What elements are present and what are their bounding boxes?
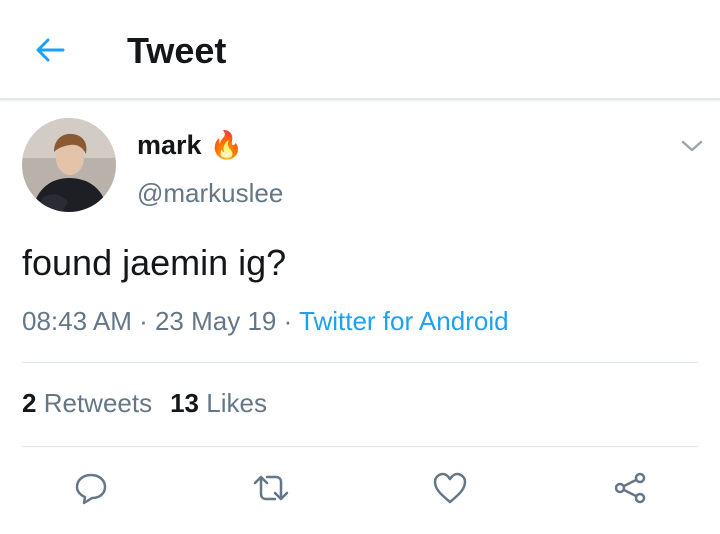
tweet-date: 23 May 19 (154, 306, 277, 336)
avatar[interactable] (22, 118, 116, 212)
retweets-count: 2 (22, 388, 37, 418)
tweet-source-link[interactable]: Twitter for Android (299, 306, 509, 336)
like-icon (433, 472, 467, 504)
likes-stat[interactable]: 13 Likes (170, 388, 267, 418)
reply-icon (75, 473, 107, 505)
top-bar: Tweet (0, 0, 720, 100)
back-button[interactable] (30, 32, 70, 68)
profile-photo (22, 118, 116, 212)
like-button[interactable] (428, 466, 472, 510)
retweets-stat[interactable]: 2 Retweets (22, 388, 152, 418)
display-name-text: mark (137, 129, 202, 160)
tweet-stats: 2 Retweets 13 Likes (22, 388, 267, 419)
arrow-left-icon (36, 38, 65, 62)
user-handle[interactable]: @markuslee (137, 178, 283, 209)
share-icon (614, 472, 646, 504)
share-button[interactable] (608, 466, 652, 510)
tweet-options-button[interactable] (676, 132, 708, 160)
likes-label: Likes (206, 388, 267, 418)
reply-button[interactable] (69, 466, 113, 510)
tweet-time: 08:43 AM (22, 306, 132, 336)
tweet-meta: 08:43 AM · 23 May 19 · Twitter for Andro… (22, 306, 509, 336)
tweet-text: found jaemin ig? (22, 242, 287, 283)
chevron-down-icon (681, 140, 703, 152)
retweet-icon (253, 475, 289, 501)
likes-count: 13 (170, 388, 200, 418)
display-name[interactable]: mark 🔥 (137, 129, 243, 161)
divider (22, 362, 698, 363)
retweets-label: Retweets (43, 388, 153, 418)
retweet-button[interactable] (249, 466, 293, 510)
fire-emoji: 🔥 (209, 130, 244, 160)
divider (22, 446, 698, 447)
page-title: Tweet (127, 30, 227, 71)
